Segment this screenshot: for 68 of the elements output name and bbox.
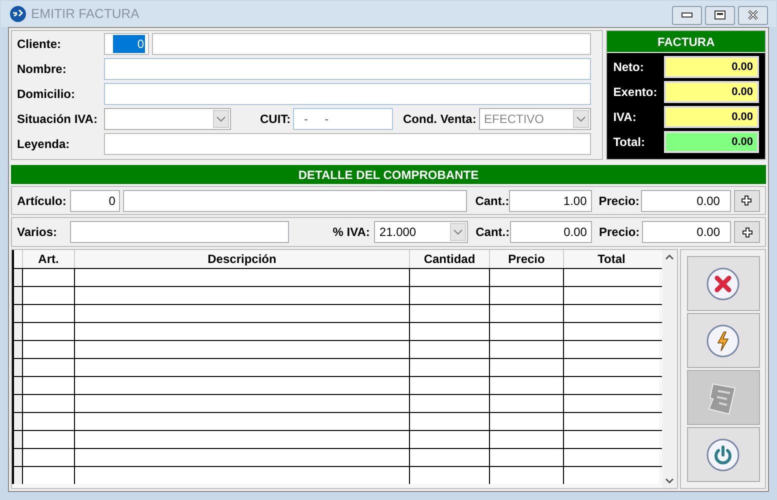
dropdown[interactable]: 21.000 <box>374 221 468 243</box>
total-label: Neto: <box>613 59 645 76</box>
close-button[interactable] <box>738 6 768 24</box>
field-label: Domicilio: <box>17 86 76 103</box>
cancel-icon <box>706 266 740 300</box>
total-value: 0.00 <box>664 81 759 103</box>
field-label: Cant.: <box>476 224 510 241</box>
app-icon <box>9 5 27 23</box>
input-field[interactable]: 0 <box>70 190 120 212</box>
input-field[interactable]: 0.00 <box>510 221 592 243</box>
input-field[interactable] <box>104 133 591 155</box>
field-label: Artículo: <box>17 192 68 210</box>
section-header: DETALLE DEL COMPROBANTE <box>11 165 766 184</box>
plus-icon <box>742 226 752 238</box>
input-field[interactable] <box>152 33 591 55</box>
input-field[interactable]: - - <box>293 108 393 130</box>
caret-icon <box>216 116 226 122</box>
caret-icon <box>576 116 586 122</box>
add-button[interactable] <box>734 221 760 243</box>
window-title: EMITIR FACTURA <box>31 5 140 24</box>
input-field[interactable]: 0 <box>104 33 149 55</box>
field-label: CUIT: <box>260 111 292 128</box>
field-label: Nombre: <box>17 61 68 78</box>
total-value: 0.00 <box>664 56 759 78</box>
input-field[interactable]: 0.00 <box>642 221 731 243</box>
total-value: 0.00 <box>664 106 759 128</box>
scroll-up-icon <box>665 254 674 260</box>
total-label: Total: <box>613 134 646 151</box>
maximize-icon <box>714 10 726 20</box>
process-button[interactable] <box>686 313 760 368</box>
power-icon <box>706 438 740 472</box>
input-field[interactable] <box>104 83 591 105</box>
section-header: FACTURA <box>607 31 765 52</box>
column-header[interactable]: Total <box>563 250 659 268</box>
field-label: Varios: <box>17 224 58 241</box>
total-value: 0.00 <box>664 131 759 153</box>
minimize-button[interactable] <box>672 6 702 24</box>
field-label: Cond. Venta: <box>403 111 478 128</box>
field-label: % IVA: <box>332 224 371 241</box>
field-label: Cliente: <box>17 36 62 53</box>
input-field[interactable]: 1.00 <box>509 190 592 212</box>
add-button[interactable] <box>734 190 760 212</box>
close-icon <box>747 10 759 20</box>
scrollbar[interactable] <box>662 250 677 488</box>
field-label: Precio: <box>598 192 640 210</box>
column-header[interactable]: Cantidad <box>409 250 489 268</box>
cancel-button[interactable] <box>686 256 760 311</box>
caret-icon <box>452 229 463 235</box>
input-field[interactable]: 0.00 <box>641 190 731 212</box>
dropdown[interactable] <box>104 108 231 130</box>
scroll-down-icon <box>665 478 674 484</box>
column-header[interactable]: Art. <box>22 250 74 268</box>
column-header[interactable]: Descripción <box>74 250 409 268</box>
total-label: Exento: <box>613 84 658 101</box>
field-label: Leyenda: <box>17 136 71 153</box>
maximize-button[interactable] <box>705 6 735 24</box>
total-label: IVA: <box>613 109 638 126</box>
field-label: Precio: <box>598 224 641 241</box>
exit-button[interactable] <box>686 427 760 482</box>
column-header[interactable]: Precio <box>489 250 563 268</box>
field-label: Cant.: <box>475 192 510 210</box>
input-field[interactable] <box>104 58 591 80</box>
input-field[interactable] <box>70 221 289 243</box>
minimize-icon <box>681 12 693 18</box>
lightning-icon <box>706 324 740 358</box>
plus-icon <box>741 195 752 206</box>
input-field[interactable] <box>123 190 468 212</box>
field-label: Situación IVA: <box>17 111 98 128</box>
